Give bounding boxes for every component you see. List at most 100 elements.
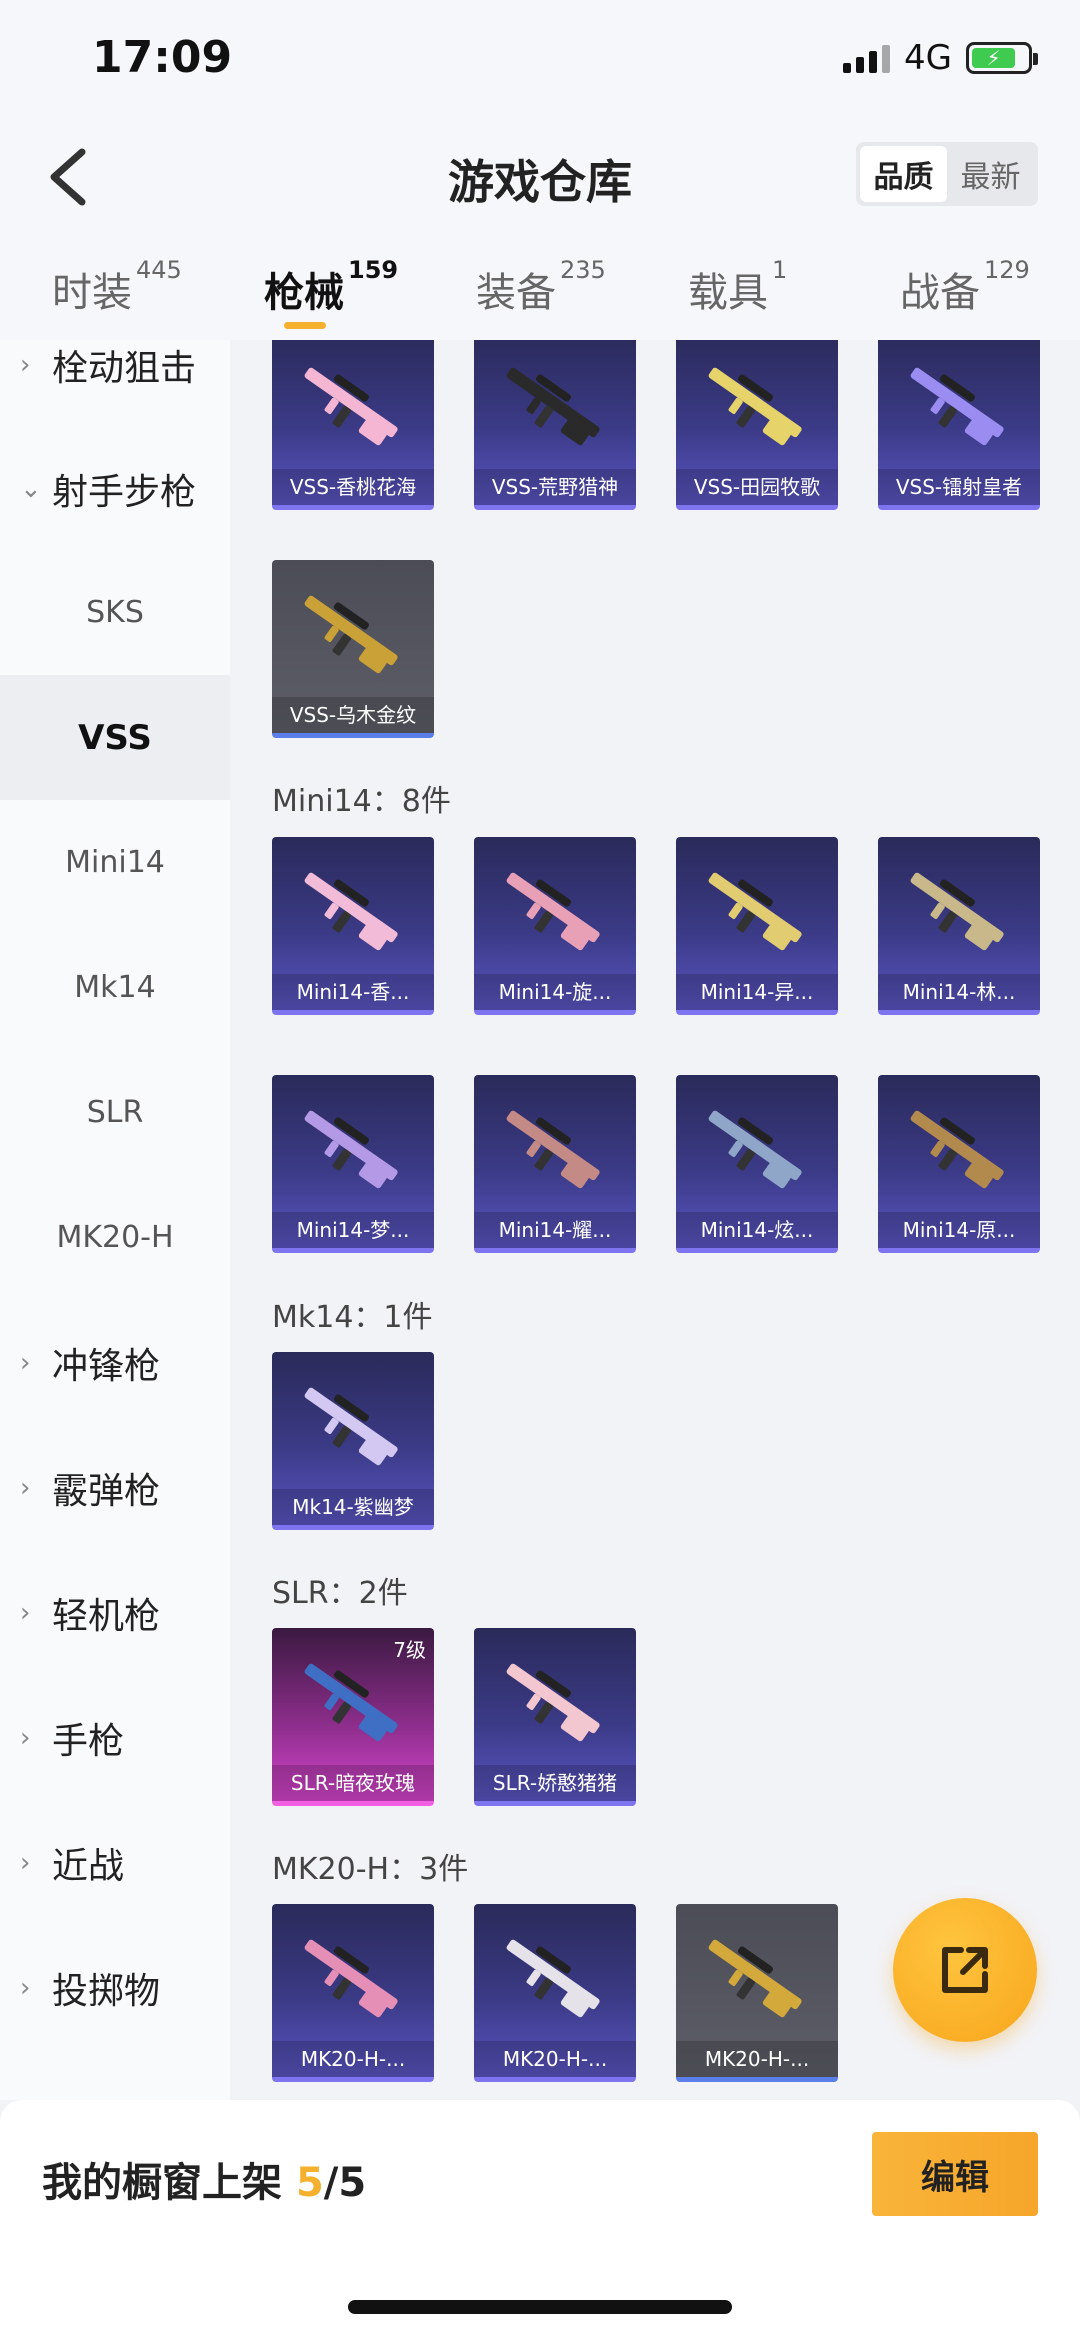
weapon-card[interactable]: MK20-H-...	[272, 1904, 434, 2082]
weapon-name: Mini14-异...	[676, 974, 838, 1010]
weapon-card[interactable]: VSS-乌木金纹	[272, 560, 434, 738]
weapon-card[interactable]: Mini14-耀...	[474, 1075, 636, 1253]
tab-count: 129	[984, 256, 1030, 284]
section-title-mini14: Mini14：8件	[272, 784, 451, 819]
section-title-mk20h: MK20-H：3件	[272, 1852, 469, 1887]
chevron-right-icon: ›	[20, 1972, 31, 2003]
category-tabs: 时装 445 枪械 159 装备 235 载具 1 战备 129	[0, 240, 1080, 340]
weapon-name: Mini14-原...	[878, 1212, 1040, 1248]
rifle-icon	[304, 1387, 398, 1466]
rifle-icon	[506, 1110, 600, 1189]
battery-icon: ⚡	[966, 42, 1038, 74]
rifle-icon	[910, 367, 1004, 446]
weapon-card[interactable]: SLR-娇憨猪猪	[474, 1628, 636, 1806]
sort-newest-button[interactable]: 最新	[947, 146, 1034, 202]
share-external-icon	[942, 1947, 988, 1993]
sidebar-item-sks[interactable]: SKS	[0, 550, 230, 675]
weapon-card[interactable]: VSS-镭射皇者	[878, 340, 1040, 510]
weapon-card[interactable]: VSS-荒野猎神	[474, 340, 636, 510]
share-button[interactable]	[893, 1898, 1037, 2042]
sidebar-item-mk14[interactable]: Mk14	[0, 925, 230, 1050]
weapon-card[interactable]: Mini14-原...	[878, 1075, 1040, 1253]
weapon-name: Mini14-梦...	[272, 1212, 434, 1248]
weapon-name: SLR-娇憨猪猪	[474, 1765, 636, 1801]
network-type: 4G	[904, 38, 952, 78]
rifle-icon	[506, 1663, 600, 1742]
weapon-name: VSS-荒野猎神	[474, 469, 636, 505]
tab-equipment[interactable]: 装备 235	[476, 256, 606, 318]
home-indicator	[348, 2300, 732, 2314]
weapon-name: Mini14-旋...	[474, 974, 636, 1010]
rifle-icon	[304, 1939, 398, 2018]
rifle-icon	[304, 595, 398, 674]
weapon-name: Mk14-紫幽梦	[272, 1489, 434, 1525]
tab-fashion[interactable]: 时装 445	[52, 256, 182, 318]
weapon-name: Mini14-林...	[878, 974, 1040, 1010]
tab-vehicles[interactable]: 载具 1	[688, 256, 787, 318]
weapon-card[interactable]: Mini14-梦...	[272, 1075, 434, 1253]
rifle-icon	[506, 1939, 600, 2018]
chevron-right-icon: ›	[20, 1597, 31, 1628]
weapon-card[interactable]: MK20-H-...	[676, 1904, 838, 2082]
weapon-card[interactable]: Mini14-异...	[676, 837, 838, 1015]
sort-quality-button[interactable]: 品质	[860, 146, 947, 202]
sidebar-item-melee[interactable]: › 近战	[0, 1800, 230, 1925]
showcase-count: 5	[295, 2160, 324, 2206]
rifle-icon	[304, 872, 398, 951]
sidebar-item-slr[interactable]: SLR	[0, 1050, 230, 1175]
weapon-name: VSS-镭射皇者	[878, 469, 1040, 505]
section-title-slr: SLR：2件	[272, 1576, 408, 1611]
weapon-card[interactable]: 7级 SLR-暗夜玫瑰	[272, 1628, 434, 1806]
chevron-left-icon	[50, 148, 86, 206]
sidebar-item-shotgun[interactable]: › 霰弹枪	[0, 1425, 230, 1550]
weapon-card[interactable]: VSS-田园牧歌	[676, 340, 838, 510]
sidebar-item-vss[interactable]: VSS	[0, 675, 230, 800]
weapon-card[interactable]: Mk14-紫幽梦	[272, 1352, 434, 1530]
rifle-icon	[304, 1110, 398, 1189]
weapon-card[interactable]: Mini14-林...	[878, 837, 1040, 1015]
sidebar-item-lmg[interactable]: › 轻机枪	[0, 1550, 230, 1675]
showcase-label: 我的橱窗上架 5/5	[42, 2160, 367, 2206]
sidebar-item-throwable[interactable]: › 投掷物	[0, 1925, 230, 2050]
tab-supplies[interactable]: 战备 129	[900, 256, 1030, 318]
sidebar-item-dmr[interactable]: ⌄ 射手步枪	[0, 426, 230, 551]
rifle-icon	[910, 1110, 1004, 1189]
weapon-card[interactable]: Mini14-炫...	[676, 1075, 838, 1253]
tab-count: 235	[560, 256, 606, 284]
chevron-right-icon: ›	[20, 349, 31, 380]
chevron-right-icon: ›	[20, 1347, 31, 1378]
weapon-name: VSS-田园牧歌	[676, 469, 838, 505]
sort-toggle: 品质 最新	[856, 142, 1038, 206]
rifle-icon	[304, 367, 398, 446]
status-bar: 17:09 4G ⚡	[0, 0, 1080, 120]
weapon-name: SLR-暗夜玫瑰	[272, 1765, 434, 1801]
weapon-name: Mini14-耀...	[474, 1212, 636, 1248]
signal-icon	[843, 43, 891, 73]
rifle-icon	[506, 872, 600, 951]
weapon-card[interactable]: Mini14-旋...	[474, 837, 636, 1015]
sidebar-item-pistol[interactable]: › 手枪	[0, 1675, 230, 1800]
back-button[interactable]	[40, 142, 100, 212]
showcase-total: /5	[323, 2160, 367, 2206]
tab-count: 159	[348, 256, 399, 284]
rifle-icon	[708, 1110, 802, 1189]
weapon-card[interactable]: Mini14-香...	[272, 837, 434, 1015]
chevron-right-icon: ›	[20, 1847, 31, 1878]
edit-button[interactable]: 编辑	[872, 2132, 1038, 2216]
section-title-mk14: Mk14：1件	[272, 1300, 433, 1335]
rifle-icon	[506, 367, 600, 446]
rifle-icon	[708, 1939, 802, 2018]
tab-guns[interactable]: 枪械 159	[264, 256, 398, 318]
chevron-right-icon: ›	[20, 1722, 31, 1753]
weapon-card[interactable]: MK20-H-...	[474, 1904, 636, 2082]
weapon-card[interactable]: VSS-香桃花海	[272, 340, 434, 510]
chevron-down-icon: ⌄	[20, 473, 42, 504]
weapon-name: Mini14-炫...	[676, 1212, 838, 1248]
sidebar-item-smg[interactable]: › 冲锋枪	[0, 1300, 230, 1425]
sidebar-item-mk20h[interactable]: MK20-H	[0, 1175, 230, 1300]
tab-count: 445	[136, 256, 182, 284]
active-tab-indicator	[284, 322, 326, 329]
chevron-right-icon: ›	[20, 1472, 31, 1503]
sidebar-item-bolt-sniper[interactable]: › 栓动狙击	[0, 340, 230, 427]
sidebar-item-mini14[interactable]: Mini14	[0, 800, 230, 925]
